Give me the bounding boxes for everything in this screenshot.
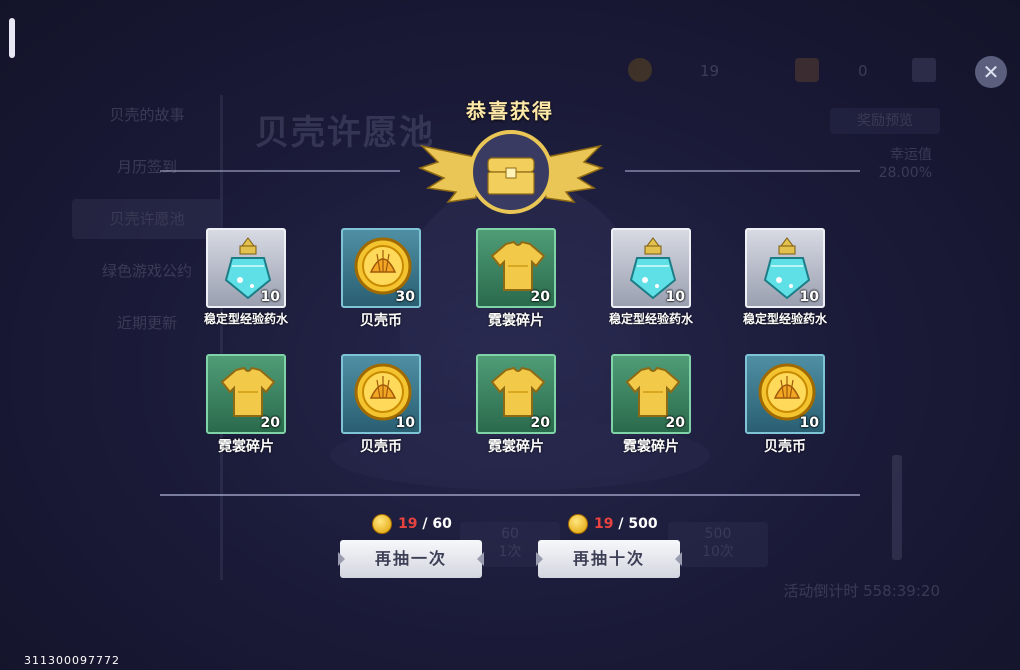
reward-name: 霓裳碎片 (218, 439, 274, 455)
shell-coin-icon (354, 363, 412, 421)
footer-line (160, 494, 860, 496)
user-id: 311300097772 (24, 654, 120, 667)
shell-coin-icon (354, 237, 412, 295)
reward-count: 10 (799, 289, 819, 305)
dialog-title: 恭喜获得 (466, 99, 554, 123)
reward-item-costume-fragment[interactable]: 20 (611, 354, 691, 434)
close-icon: ✕ (982, 60, 1000, 84)
reward-name: 贝壳币 (764, 439, 806, 455)
reward-count: 10 (260, 289, 280, 305)
reward-name: 贝壳币 (360, 313, 402, 329)
reward-item-shell-coin[interactable]: 10 (745, 354, 825, 434)
draw-ten-cost: 19 / 500 (568, 514, 658, 534)
draw-once-cost: 19 / 60 (372, 514, 452, 534)
reward-count: 10 (799, 415, 819, 431)
draw-ten-price: 500 (628, 516, 658, 532)
draw-ten-button[interactable]: 再抽十次 (536, 540, 682, 578)
reward-count: 20 (530, 289, 550, 305)
reward-item-costume-fragment[interactable]: 20 (206, 354, 286, 434)
header-line-right (625, 170, 860, 172)
costume-fragment-icon (490, 366, 546, 417)
reward-name: 霓裳碎片 (623, 439, 679, 455)
reward-item-costume-fragment[interactable]: 20 (476, 228, 556, 308)
costume-fragment-icon (220, 366, 276, 417)
reward-name: 稳定型经验药水 (203, 312, 288, 326)
draw-once-price: 60 (432, 516, 452, 532)
costume-fragment-icon (490, 240, 546, 291)
draw-once-have: 19 (398, 516, 418, 532)
draw-ten-have: 19 (594, 516, 614, 532)
reward-name: 贝壳币 (360, 439, 402, 455)
draw-once-button[interactable]: 再抽一次 (338, 540, 484, 578)
reward-name: 稳定型经验药水 (742, 312, 827, 326)
reward-name: 霓裳碎片 (488, 313, 544, 329)
costume-fragment-icon (625, 366, 681, 417)
reward-count: 30 (395, 289, 415, 305)
reward-count: 20 (665, 415, 685, 431)
reward-item-shell-coin[interactable]: 30 (341, 228, 421, 308)
winged-chest-emblem (418, 130, 604, 214)
reward-name: 稳定型经验药水 (608, 312, 693, 326)
reward-count: 10 (395, 415, 415, 431)
reward-count: 20 (260, 415, 280, 431)
reward-item-exp-potion[interactable]: 10 (206, 228, 286, 308)
reward-count: 10 (665, 289, 685, 305)
close-button[interactable]: ✕ (975, 56, 1007, 88)
reward-item-exp-potion[interactable]: 10 (611, 228, 691, 308)
shell-coin-icon (372, 514, 392, 534)
shell-coin-icon (568, 514, 588, 534)
header-line-left (160, 170, 400, 172)
shell-coin-icon (758, 363, 816, 421)
reward-item-exp-potion[interactable]: 10 (745, 228, 825, 308)
menu-handle[interactable] (9, 18, 15, 58)
reward-count: 20 (530, 415, 550, 431)
reward-item-shell-coin[interactable]: 10 (341, 354, 421, 434)
reward-name: 霓裳碎片 (488, 439, 544, 455)
reward-item-costume-fragment[interactable]: 20 (476, 354, 556, 434)
